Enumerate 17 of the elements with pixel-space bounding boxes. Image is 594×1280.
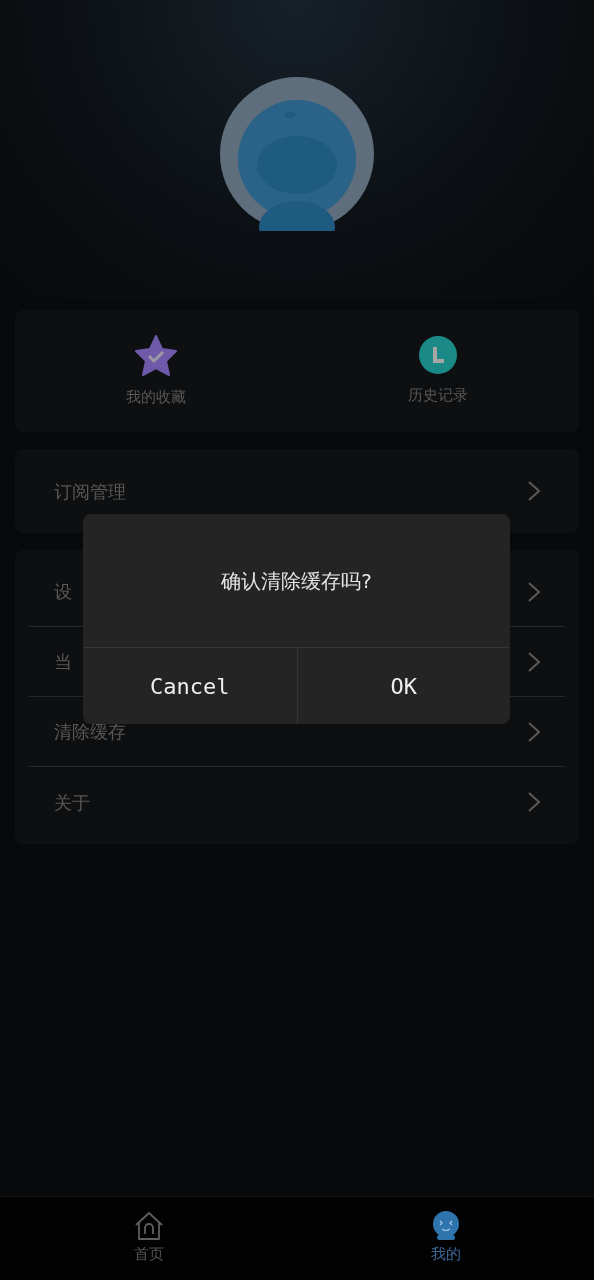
chevron-right-icon (527, 580, 541, 603)
shortcut-button[interactable]: 我的收藏 (15, 310, 297, 432)
nav-tab[interactable]: 我的 (297, 1197, 594, 1280)
chevron-right-icon (527, 650, 541, 673)
nav-tab[interactable]: 首页 (0, 1197, 297, 1280)
star-icon (134, 333, 178, 376)
dialog-message: 确认清除缓存吗? (221, 567, 372, 595)
menu-item[interactable]: 订阅管理 (29, 456, 565, 526)
dialog-button[interactable]: OK (296, 648, 510, 724)
chevron-right-icon (527, 480, 541, 502)
home-icon (133, 1211, 164, 1242)
chevron-right-icon (527, 791, 541, 813)
menu-item[interactable]: 关于 (29, 767, 565, 837)
shortcut-button[interactable]: 历史记录 (297, 310, 579, 432)
clock-icon (419, 335, 457, 374)
mascot-icon (430, 1211, 461, 1242)
chevron-right-icon (527, 720, 541, 743)
